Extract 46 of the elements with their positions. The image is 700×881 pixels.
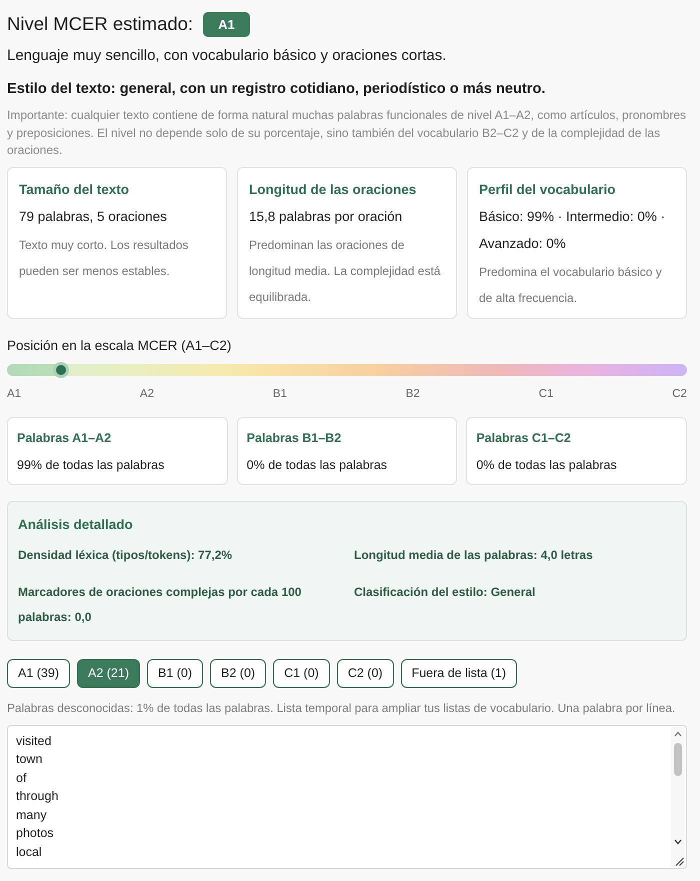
card-title: Palabras A1–A2 (17, 430, 112, 446)
card-value: 15,8 palabras por oración (249, 208, 404, 226)
level-tab[interactable]: B2 (0) (210, 658, 266, 688)
level-summary: Lenguaje muy sencillo, con vocabulario básico y oraciones cortas. (7, 46, 448, 66)
scale-tick-label: B1 (272, 386, 287, 402)
card-title: Longitud de las oraciones (249, 180, 418, 199)
scroll-up-icon[interactable] (674, 730, 682, 736)
analysis-metric: Marcadores de oraciones complejas por cada 100 palabras: 0,0 (18, 584, 302, 626)
scrollbar-thumb[interactable] (674, 742, 682, 776)
analysis-metric: Longitud media de las palabras: 4,0 letras (354, 546, 594, 564)
info-note: Importante: cualquier texto contiene de forma natural muchas palabras funcionales de nivel A1–A2, como artículos, pronombres y preposiciones. El nivel no depende solo de su porcentaje, sino también del vocabulario B2–C2 y de la complejidad de las oraciones. (7, 107, 687, 159)
resize-handle-icon[interactable] (675, 856, 684, 866)
level-tab[interactable]: A1 (39) (7, 658, 70, 688)
card-note: Predomina el vocabulario básico y de alta frecuencia. (479, 264, 663, 306)
word-list-description: Palabras desconocidas: 1% de todas las palabras. Lista temporal para ampliar tus listas de vocabulario. Una palabra por línea. (7, 700, 676, 716)
level-tab[interactable]: C2 (0) (336, 658, 394, 688)
scale-tick-label: C2 (672, 386, 687, 402)
scroll-down-icon[interactable] (674, 838, 682, 844)
word-list-field[interactable]: visited town of through many photos local (7, 724, 687, 868)
scale-tick-label: A2 (140, 386, 154, 402)
analysis-metric: Densidad léxica (tipos/tokens): 77,2% (18, 546, 234, 564)
level-tab[interactable]: C1 (0) (273, 658, 330, 688)
scale-label: Posición en la escala MCER (A1–C2) (7, 336, 232, 354)
panel-title: Análisis detallado (18, 516, 134, 534)
scale-tick-label: B2 (406, 386, 420, 402)
card-title: Tamaño del texto (19, 180, 130, 198)
level-tab[interactable]: Fuera de lista (1) (400, 658, 518, 688)
level-tab[interactable]: A2 (21) (77, 658, 140, 688)
level-badge: A1 (203, 12, 250, 36)
card-title: Perfil del vocabulario (479, 180, 617, 198)
card-value: Básico: 99% · Intermedio: 0% · Avanzado: 0% (479, 208, 666, 252)
scrollbar[interactable] (671, 726, 685, 866)
text-style-line: Estilo del texto: general, con un registro cotidiano, periodístico o más neutro. (7, 80, 546, 99)
card-value: 79 palabras, 5 oraciones (19, 208, 168, 226)
scale-tick-label: C1 (538, 386, 554, 402)
scale-tick-label: A1 (7, 386, 22, 402)
card-value: 99% de todas las palabras (17, 456, 166, 474)
level-tab[interactable]: B1 (0) (147, 658, 204, 688)
card-note: Texto muy corto. Los resultados pueden ser menos estables. (19, 236, 190, 280)
card-title: Palabras B1–B2 (246, 430, 342, 446)
card-value: 0% de todas las palabras (476, 456, 618, 474)
card-title: Palabras C1–C2 (476, 430, 572, 446)
card-value: 0% de todas las palabras (246, 456, 388, 474)
analysis-metric: Clasificación del estilo: General (354, 584, 536, 600)
page-title: Nivel MCER estimado: (7, 12, 194, 36)
card-note: Predominan las oraciones de longitud media. La complejidad está equilibrada. (249, 236, 442, 306)
